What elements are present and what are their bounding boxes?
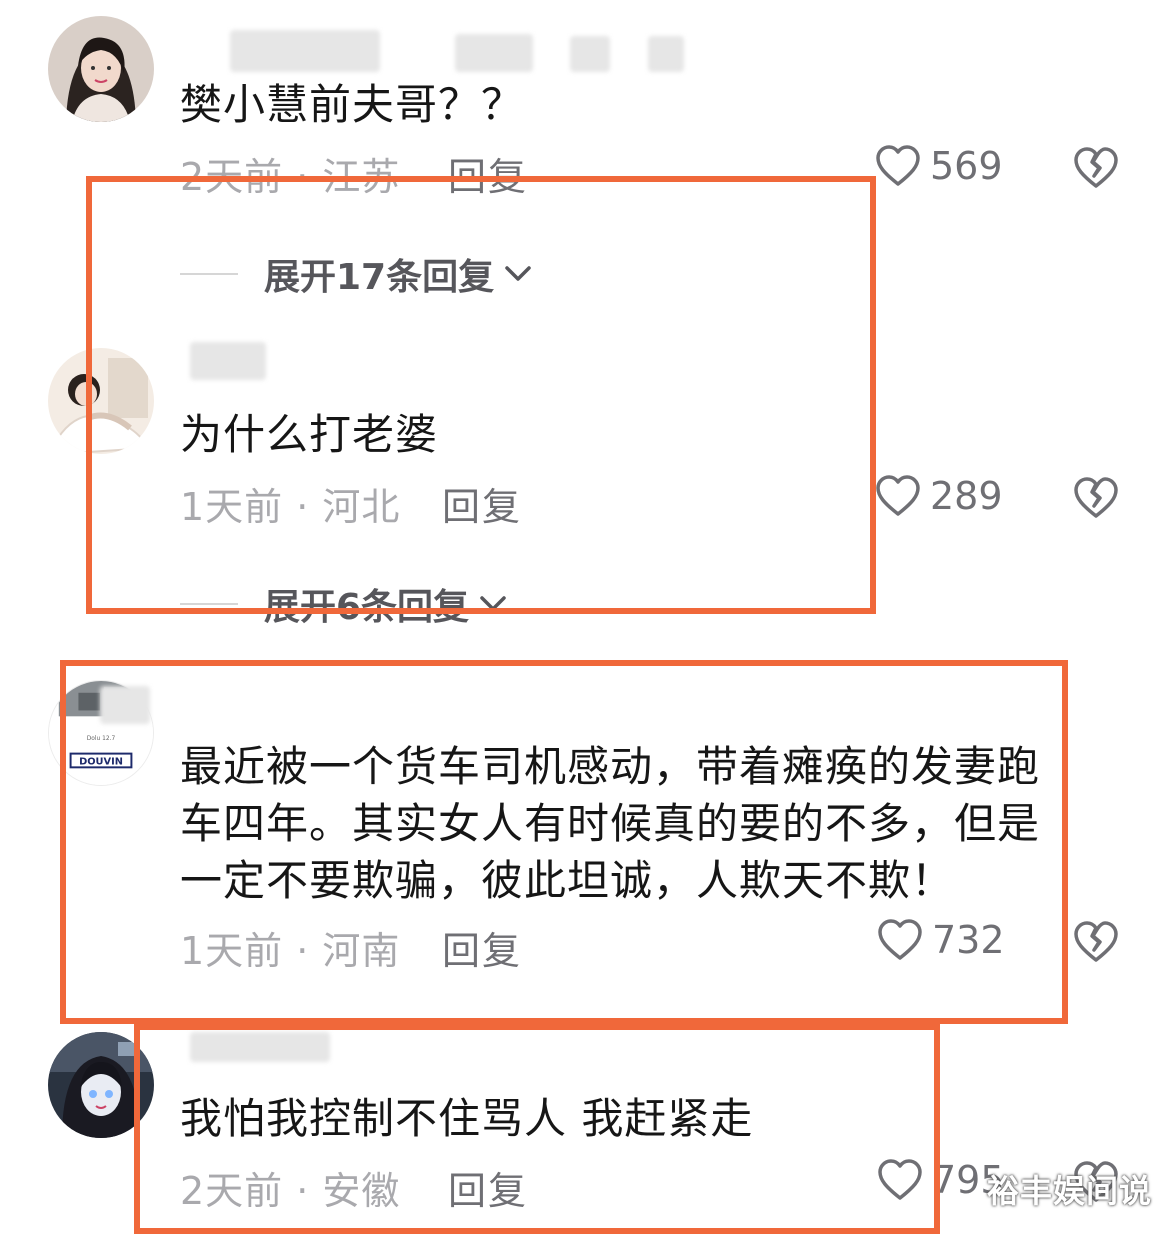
highlight-box [60, 660, 1068, 1024]
broken-heart-icon[interactable] [1072, 920, 1120, 964]
like-button[interactable]: 569 [874, 144, 1003, 188]
blurred-username [230, 30, 380, 72]
blurred-username [455, 34, 533, 72]
blurred-username [648, 36, 684, 72]
like-button[interactable]: 289 [874, 474, 1003, 518]
comment-text: 樊小慧前夫哥？？ [180, 80, 525, 129]
blurred-username [570, 36, 610, 72]
highlight-box [86, 176, 876, 614]
watermark: 裕丰娱间说 [986, 1172, 1152, 1210]
avatar[interactable] [48, 16, 154, 122]
highlight-box [134, 1024, 940, 1234]
like-count: 289 [930, 474, 1003, 518]
broken-heart-icon[interactable] [1072, 476, 1120, 520]
heart-outline-icon [876, 475, 920, 516]
heart-outline-icon [876, 145, 920, 186]
like-count: 569 [930, 144, 1003, 188]
broken-heart-icon[interactable] [1072, 146, 1120, 190]
